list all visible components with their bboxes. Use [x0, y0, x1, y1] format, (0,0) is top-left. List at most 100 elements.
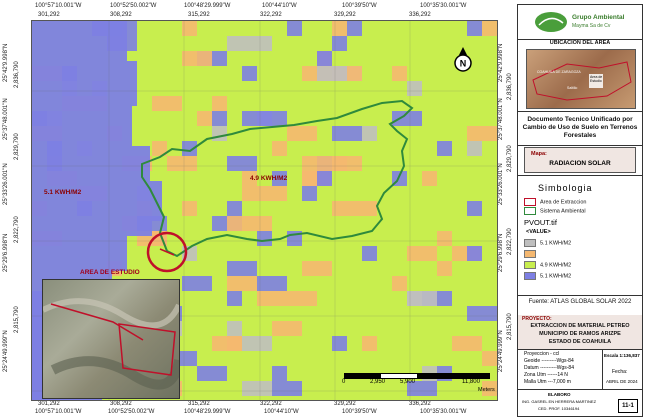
date-value: ABRIL DE 2024: [606, 379, 638, 384]
raster-cell: [302, 156, 317, 171]
raster-cell: [482, 351, 497, 366]
locator-map: Area de Estudio Saltillo COAHUILA DE ZAR…: [526, 49, 636, 109]
coord-bottom-longitude: 100°48'29.999"W: [184, 409, 231, 415]
raster-cell: [392, 276, 407, 291]
raster-cell: [227, 216, 242, 231]
coord-top-easting: 329,292: [334, 12, 356, 18]
raster-cell: [317, 171, 332, 186]
raster-cell: [197, 366, 227, 381]
value-label: <VALUE>: [526, 229, 551, 235]
legend-class: 5.1 KWH/M2: [524, 272, 571, 280]
sheet-number: 11-1: [618, 399, 638, 413]
legend-text: 5.1 KWH/M2: [540, 273, 572, 280]
elaboro-line: CED. PROF. 10346194: [538, 406, 580, 411]
coord-left-latitude: 25°29'6.998"N: [3, 233, 9, 272]
raster-cell: [227, 201, 242, 216]
raster-cell: [392, 66, 407, 81]
pvout-label: PVOUT.tif: [524, 218, 557, 227]
document-title: Documento Tecnico Unificado por Cambio d…: [522, 116, 638, 139]
coord-right-latitude: 25°42'9.998"N: [498, 43, 504, 82]
sistema-symbol-icon: [524, 207, 536, 215]
scale-tick: 5,900: [400, 379, 416, 385]
legend-text: 4.9 KWH/M2: [540, 262, 572, 269]
study-area-label: AREA DE ESTUDIO: [80, 269, 140, 276]
coord-right-latitude: 25°29'6.998"N: [498, 233, 504, 272]
coord-top-longitude: 100°35'30.001"W: [420, 3, 467, 9]
project-label: PROYECTO:: [522, 316, 552, 322]
raster-cell: [257, 291, 287, 306]
raster-cell: [182, 51, 212, 66]
raster-cell: [242, 381, 272, 396]
scale-tick: 2,950: [370, 379, 386, 385]
raster-cell: [257, 36, 272, 51]
raster-cell: [272, 366, 287, 381]
coord-bottom-longitude: 100°35'30.001"W: [420, 409, 467, 415]
elaboro-label: ELABORO: [548, 392, 571, 397]
raster-cell: [212, 126, 227, 141]
class-swatch: [524, 239, 536, 247]
raster-cell: [317, 156, 347, 171]
symbology-box: Simbologia Area de Extraccion Sistema Am…: [518, 175, 642, 296]
raster-cell: [182, 201, 197, 216]
coord-bottom-longitude: 100°52'50.002"W: [108, 409, 155, 415]
legend-class: 4.9 KWH/M2: [524, 261, 571, 269]
raster-cell: [407, 246, 437, 261]
coord-bottom-easting: 301,292: [38, 401, 60, 407]
raster-cell: [227, 276, 257, 291]
projection-line: Geoide ---------Wgs-84: [524, 358, 574, 364]
coord-top-easting: 308,292: [110, 12, 132, 18]
coord-left-latitude: 25°42'9.998"N: [3, 43, 9, 82]
raster-cell: [212, 96, 227, 111]
coord-bottom-easting: 322,292: [260, 401, 282, 407]
scale-tick: 11,800: [462, 379, 480, 385]
projection-line: Malla Utm ---7,000 m: [524, 379, 571, 385]
raster-cell: [467, 126, 497, 141]
raster-cell: [437, 261, 452, 276]
leaf-logo-icon: [535, 12, 567, 32]
raster-cell: [227, 321, 242, 336]
raster-cell: [347, 21, 362, 36]
raster-cell: [257, 186, 287, 201]
raster-cell: [407, 291, 437, 306]
coord-left-latitude: 25°24'49.999"N: [3, 330, 9, 372]
raster-cell: [302, 186, 317, 201]
coord-right-latitude: 25°24'49.999"N: [498, 330, 504, 372]
coord-left-latitude: 25°37'48.001"N: [3, 98, 9, 140]
coord-bottom-longitude: 100°44'10"W: [264, 409, 299, 415]
extraction-symbol-icon: [524, 198, 536, 206]
raster-cell: [212, 111, 227, 126]
scale-text: Escala 1:136,837: [604, 353, 640, 358]
coord-top-easting: 336,292: [409, 12, 431, 18]
locator-label-state: COAHUILA DE ZARAGOZA: [537, 70, 581, 74]
logo-title: Grupo Ambiental: [572, 14, 625, 21]
legend-extraction: Area de Extraccion: [524, 198, 586, 206]
coord-top-longitude: 100°44'10"W: [262, 3, 297, 9]
coord-right-latitude: 25°33'26.001"N: [498, 163, 504, 205]
raster-cell: [212, 336, 242, 351]
raster-cell: [467, 306, 497, 321]
raster-cell: [242, 186, 257, 201]
coord-top-longitude: 100°52'50.002"W: [110, 3, 157, 9]
projection-line: Zona Utm ------14 N: [524, 372, 568, 378]
source-text: Fuente: ATLAS GLOBAL SOLAR 2022: [528, 299, 632, 305]
raster-cell: [272, 141, 287, 156]
source-box: Fuente: ATLAS GLOBAL SOLAR 2022: [518, 295, 642, 316]
raster-cell: [332, 336, 347, 351]
raster-cell: [422, 171, 437, 186]
raster-cell: [152, 96, 182, 111]
raster-cell: [302, 261, 317, 276]
coord-top-easting: 322,292: [260, 12, 282, 18]
coord-top-easting: 301,292: [38, 12, 60, 18]
raster-cell: [182, 276, 212, 291]
coord-bottom-easting: 329,292: [334, 401, 356, 407]
raster-cell: [317, 66, 347, 81]
map-label-49: 4.9 KWH/M2: [250, 175, 288, 182]
coord-right-latitude: 25°37'48.001"N: [498, 98, 504, 140]
symbology-title: Simbologia: [538, 183, 593, 193]
raster-cell: [272, 111, 287, 126]
raster-cell: [317, 51, 332, 66]
raster-cell: [332, 201, 362, 216]
raster-cell: [167, 156, 197, 171]
raster-cell: [467, 141, 482, 156]
project-line: ESTADO DE COAHUILA: [548, 339, 612, 345]
